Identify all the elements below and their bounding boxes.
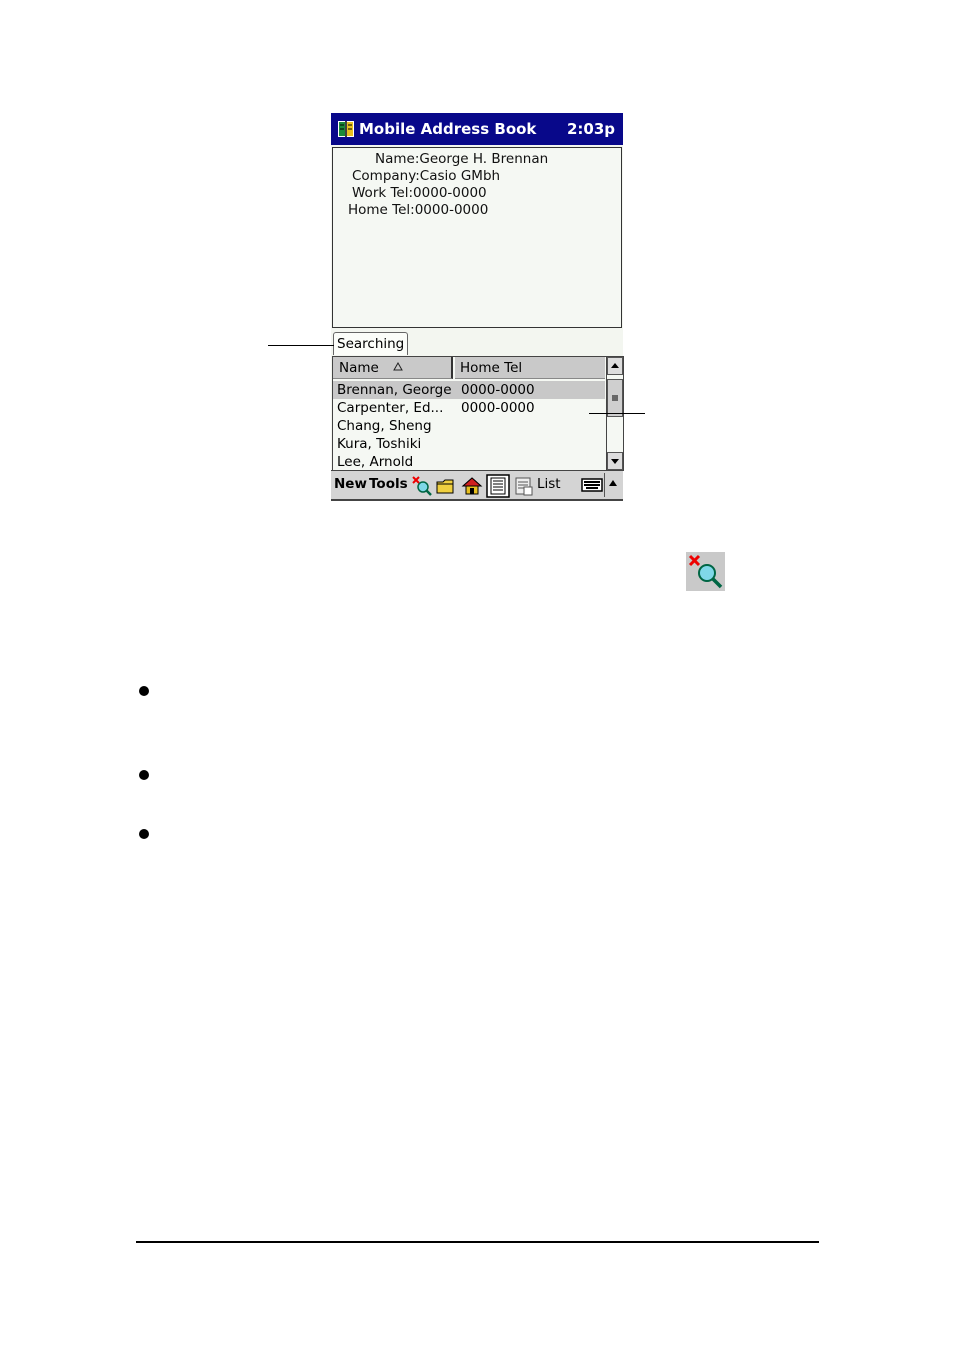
list-item[interactable]: Brennan, George 0000-0000 (333, 381, 605, 399)
detail-hometel-row: Home Tel:0000-0000 (348, 202, 488, 218)
list-item-name: Chang, Sheng (337, 418, 432, 434)
tools-menu[interactable]: Tools (369, 476, 408, 492)
detail-value: 0000-0000 (413, 185, 487, 201)
folder-icon[interactable] (435, 475, 457, 497)
list-item-name: Brennan, George (337, 382, 452, 398)
clock[interactable]: 2:03p (567, 120, 615, 138)
pocketpc-screen: Mobile Address Book 2:03p Name:George H.… (331, 113, 624, 501)
contact-detail-pane: Name:George H. Brennan Company:Casio GMb… (332, 147, 622, 328)
scroll-down-button[interactable] (607, 452, 623, 470)
contact-list: Name Home Tel Brennan, George 0000-0000 … (332, 356, 624, 471)
scroll-thumb[interactable] (607, 379, 623, 417)
detail-value: 0000-0000 (414, 202, 489, 218)
new-menu[interactable]: New (334, 476, 367, 492)
detail-value: George H. Brennan (419, 151, 549, 167)
list-item-name: Carpenter, Ed... (337, 400, 444, 416)
scroll-up-button[interactable] (607, 357, 623, 375)
home-icon[interactable] (461, 475, 483, 497)
list-item[interactable]: Kura, Toshiki (333, 435, 605, 453)
column-header-name[interactable]: Name (333, 357, 453, 379)
detail-name-row: Name:George H. Brennan (375, 151, 548, 167)
down-arrow-icon (611, 459, 619, 464)
callout-line-searching-tab (268, 345, 334, 346)
keyboard-icon[interactable] (581, 476, 603, 494)
clear-search-button-large (686, 552, 725, 591)
detail-label: Home Tel: (348, 202, 415, 218)
list-item-tel: 0000-0000 (461, 382, 535, 398)
list-item-tel: 0000-0000 (461, 400, 535, 416)
list-item[interactable]: Chang, Sheng (333, 417, 605, 435)
address-book-icon[interactable] (336, 119, 356, 139)
up-arrow-icon[interactable] (607, 477, 619, 491)
footer-divider (136, 1241, 819, 1243)
list-item-name: Kura, Toshiki (337, 436, 422, 452)
column-header-hometel[interactable]: Home Tel (455, 357, 605, 379)
list-item[interactable]: Lee, Arnold (333, 453, 605, 471)
detail-company-row: Company:Casio GMbh (352, 168, 500, 184)
command-bar: New Tools List (331, 470, 623, 501)
grip-icon (612, 395, 618, 401)
app-title: Mobile Address Book (359, 120, 537, 138)
clear-search-icon[interactable] (411, 475, 433, 497)
tab-searching[interactable]: Searching (333, 332, 409, 355)
list-view-icon[interactable] (513, 475, 535, 497)
title-bar: Mobile Address Book 2:03p (331, 113, 623, 145)
command-bar-divider (604, 473, 605, 497)
detail-view-icon[interactable] (486, 474, 510, 498)
detail-label: Work Tel: (352, 185, 414, 201)
detail-value: Casio GMbh (419, 168, 501, 184)
list-item[interactable]: Carpenter, Ed... 0000-0000 (333, 399, 605, 417)
bullet-point (139, 829, 149, 839)
list-button[interactable]: List (537, 476, 561, 492)
detail-worktel-row: Work Tel:0000-0000 (352, 185, 487, 201)
callout-line-contact-list (589, 413, 645, 414)
list-item-name: Lee, Arnold (337, 454, 414, 470)
detail-label: Company: (352, 168, 420, 184)
detail-label: Name: (375, 151, 420, 167)
up-arrow-icon (611, 363, 619, 368)
column-header-label: Name (339, 360, 379, 376)
clear-search-icon (688, 554, 723, 589)
bullet-point (139, 686, 149, 696)
bullet-point (139, 770, 149, 780)
sort-ascending-icon (393, 362, 403, 371)
